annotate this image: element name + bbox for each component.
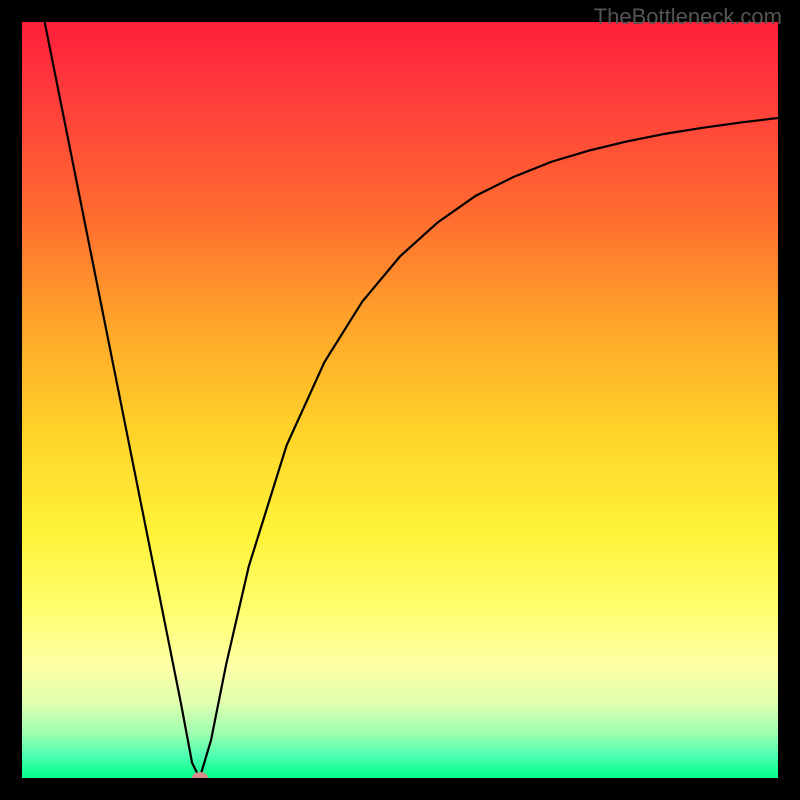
watermark-text: TheBottleneck.com: [594, 4, 782, 30]
optimal-point-marker: [192, 772, 208, 778]
plot-area: [22, 22, 778, 778]
bottleneck-curve: [45, 22, 778, 778]
curve-svg: [22, 22, 778, 778]
